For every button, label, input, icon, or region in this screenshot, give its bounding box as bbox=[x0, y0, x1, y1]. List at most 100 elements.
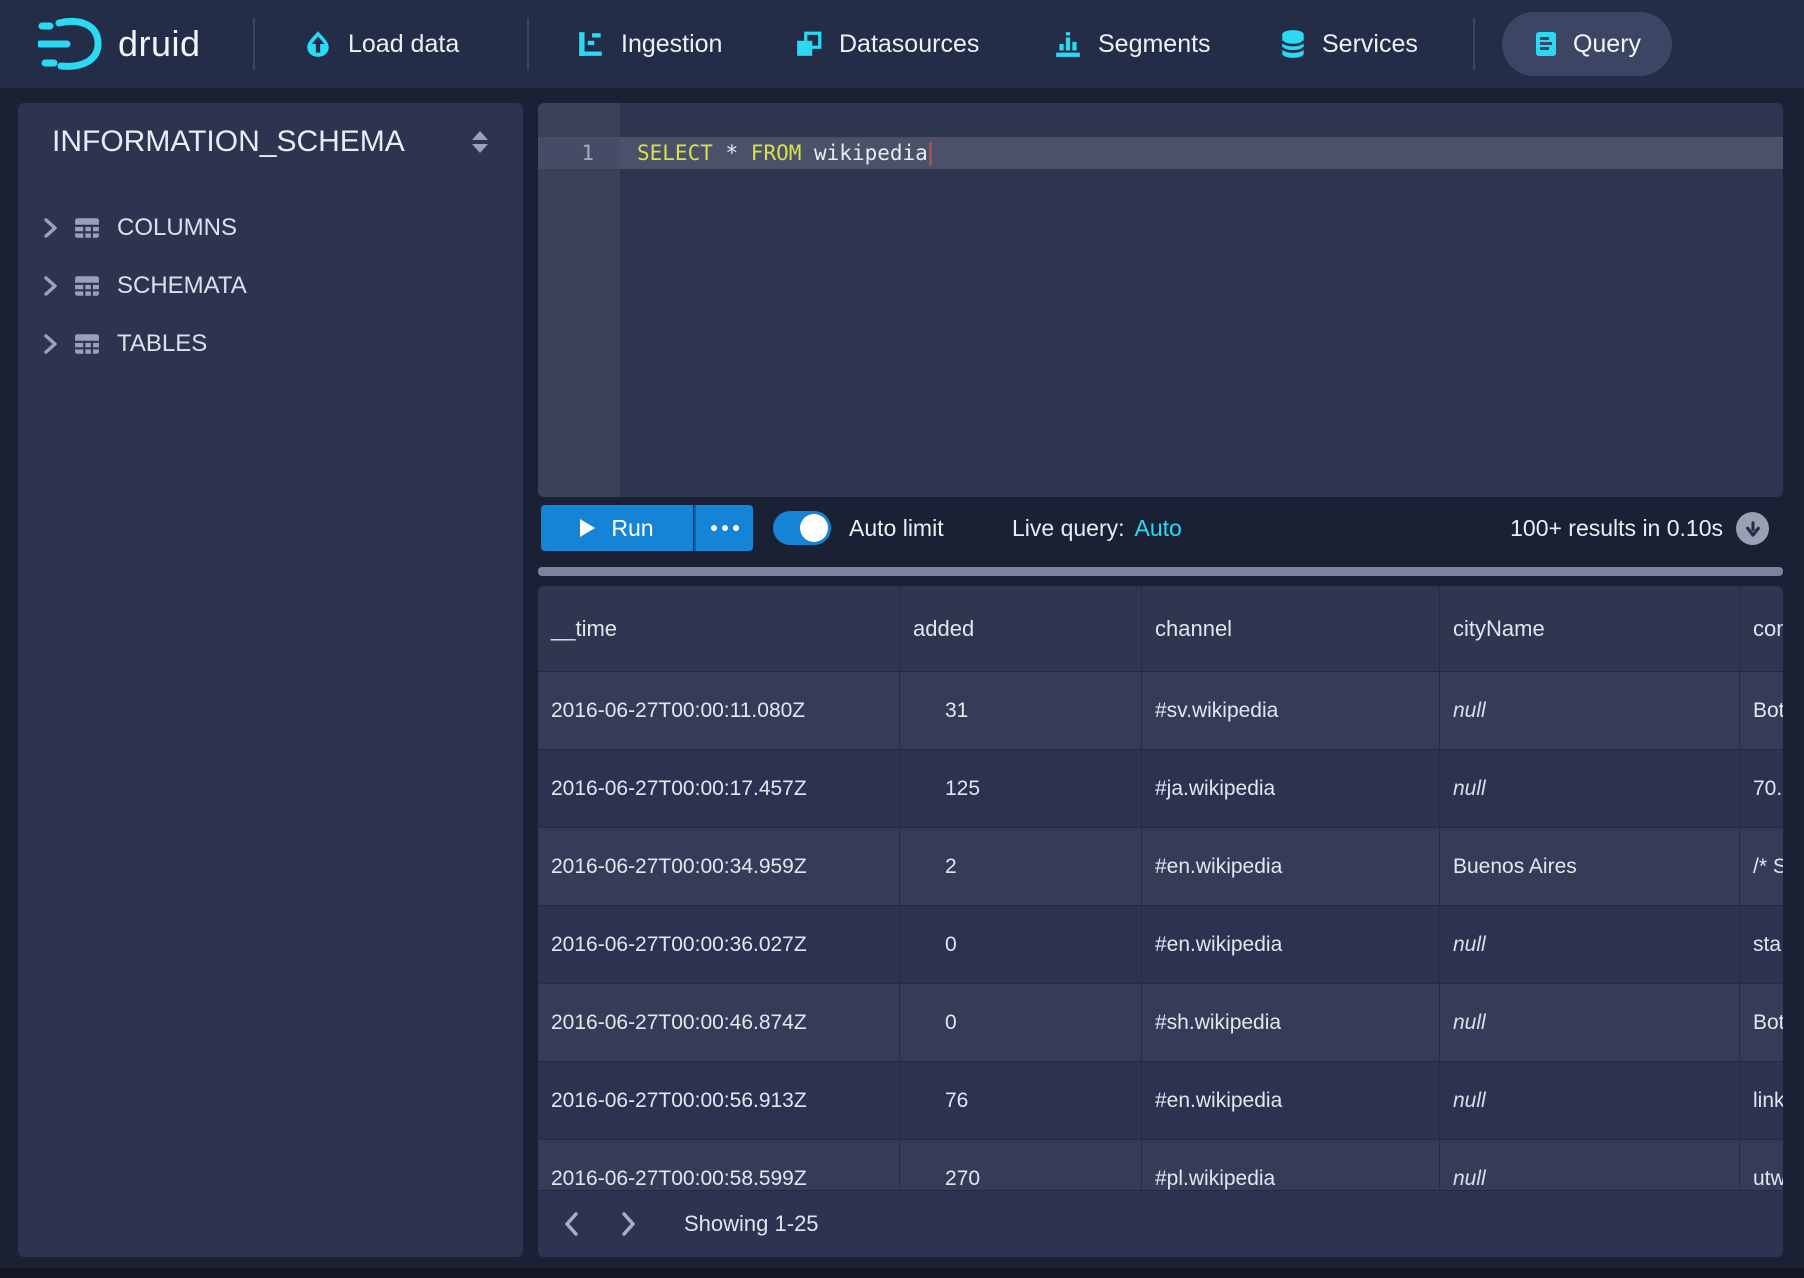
nav-item-label: Services bbox=[1322, 30, 1418, 59]
chevron-right-icon bbox=[44, 276, 57, 296]
cell-comment: sta bbox=[1740, 906, 1783, 983]
sql-query-text[interactable]: SELECT * FROM wikipedia bbox=[637, 137, 932, 169]
live-query-label: Live query: bbox=[1012, 515, 1125, 542]
column-header-cityname[interactable]: cityName bbox=[1440, 586, 1740, 671]
cell-channel: #sv.wikipedia bbox=[1142, 672, 1440, 749]
sql-text: wikipedia bbox=[801, 141, 927, 165]
navbar-divider bbox=[527, 18, 529, 70]
nav-item-label: Ingestion bbox=[621, 30, 722, 59]
nav-item-datasources[interactable]: Datasources bbox=[795, 0, 979, 88]
cell-time: 2016-06-27T00:00:34.959Z bbox=[538, 828, 900, 905]
cell-added: 0 bbox=[900, 984, 1142, 1061]
schema-selector[interactable]: INFORMATION_SCHEMA bbox=[18, 103, 523, 181]
services-icon bbox=[1280, 29, 1306, 59]
run-button[interactable]: Run bbox=[541, 505, 693, 551]
toggle-knob bbox=[800, 514, 828, 542]
cell-comment: Bot bbox=[1740, 672, 1783, 749]
cell-time: 2016-06-27T00:00:11.080Z bbox=[538, 672, 900, 749]
chevron-right-icon bbox=[44, 218, 57, 238]
schema-title: INFORMATION_SCHEMA bbox=[52, 125, 405, 159]
nav-item-segments[interactable]: Segments bbox=[1054, 0, 1211, 88]
navbar: druid Load data Ingestion bbox=[0, 0, 1804, 88]
tree-item-label: COLUMNS bbox=[117, 214, 237, 242]
brand-text: druid bbox=[118, 23, 201, 65]
pagination-footer: Showing 1-25 bbox=[538, 1190, 1783, 1257]
auto-limit-label: Auto limit bbox=[849, 505, 944, 551]
cell-cityname: null bbox=[1440, 750, 1740, 827]
nav-item-label: Segments bbox=[1098, 30, 1211, 59]
results-summary: 100+ results in 0.10s bbox=[1510, 505, 1723, 551]
cell-added: 125 bbox=[900, 750, 1142, 827]
cell-channel: #ja.wikipedia bbox=[1142, 750, 1440, 827]
cell-added: 31 bbox=[900, 672, 1142, 749]
download-results-button[interactable] bbox=[1736, 512, 1769, 545]
table-row[interactable]: 2016-06-27T00:00:56.913Z 76 #en.wikipedi… bbox=[538, 1062, 1783, 1140]
cell-time: 2016-06-27T00:00:56.913Z bbox=[538, 1062, 900, 1139]
table-grid-icon bbox=[74, 275, 100, 297]
cell-channel: #en.wikipedia bbox=[1142, 828, 1440, 905]
auto-limit-toggle[interactable] bbox=[773, 511, 831, 545]
live-query-value[interactable]: Auto bbox=[1135, 515, 1182, 542]
navbar-divider bbox=[1473, 18, 1475, 70]
run-button-label: Run bbox=[611, 515, 653, 542]
nav-item-label: Query bbox=[1573, 30, 1641, 59]
column-header-channel[interactable]: channel bbox=[1142, 586, 1440, 671]
table-row[interactable]: 2016-06-27T00:00:11.080Z 31 #sv.wikipedi… bbox=[538, 672, 1783, 750]
column-header-added[interactable]: added bbox=[900, 586, 1142, 671]
brand[interactable]: druid bbox=[38, 0, 201, 88]
play-icon bbox=[580, 519, 595, 537]
table-row[interactable]: 2016-06-27T00:00:17.457Z 125 #ja.wikiped… bbox=[538, 750, 1783, 828]
run-more-options-button[interactable] bbox=[694, 505, 753, 551]
sql-editor[interactable]: 1 SELECT * FROM wikipedia bbox=[538, 103, 1783, 497]
cell-comment: /* S bbox=[1740, 828, 1783, 905]
bottom-edge-strip bbox=[0, 1268, 1804, 1278]
cell-channel: #sh.wikipedia bbox=[1142, 984, 1440, 1061]
editor-line-number: 1 bbox=[538, 137, 620, 169]
nav-item-label: Datasources bbox=[839, 30, 979, 59]
next-page-button[interactable] bbox=[614, 1204, 644, 1244]
tree-item-columns[interactable]: COLUMNS bbox=[18, 199, 523, 257]
nav-item-load-data[interactable]: Load data bbox=[304, 0, 459, 88]
showing-range-label: Showing 1-25 bbox=[684, 1211, 819, 1237]
chevron-left-icon bbox=[564, 1212, 578, 1236]
nav-item-ingestion[interactable]: Ingestion bbox=[577, 0, 722, 88]
text-cursor bbox=[929, 142, 932, 166]
results-table: __time added channel cityName comment 20… bbox=[538, 586, 1783, 1257]
nav-item-services[interactable]: Services bbox=[1280, 0, 1418, 88]
column-header-comment[interactable]: comment bbox=[1740, 586, 1783, 671]
ingestion-icon bbox=[577, 30, 605, 58]
tree-item-tables[interactable]: TABLES bbox=[18, 315, 523, 373]
cell-added: 2 bbox=[900, 828, 1142, 905]
sql-keyword: SELECT bbox=[637, 141, 713, 165]
cell-added: 0 bbox=[900, 906, 1142, 983]
panel-splitter-handle[interactable] bbox=[538, 567, 1783, 576]
cell-time: 2016-06-27T00:00:17.457Z bbox=[538, 750, 900, 827]
more-ellipsis-icon bbox=[733, 525, 739, 531]
druid-logo-icon bbox=[38, 16, 104, 72]
nav-item-label: Load data bbox=[348, 30, 459, 59]
results-body: 2016-06-27T00:00:11.080Z 31 #sv.wikipedi… bbox=[538, 672, 1783, 1218]
cell-time: 2016-06-27T00:00:46.874Z bbox=[538, 984, 900, 1061]
tree-item-schemata[interactable]: SCHEMATA bbox=[18, 257, 523, 315]
table-row[interactable]: 2016-06-27T00:00:46.874Z 0 #sh.wikipedia… bbox=[538, 984, 1783, 1062]
cell-cityname: null bbox=[1440, 906, 1740, 983]
more-ellipsis-icon bbox=[711, 525, 717, 531]
datasources-icon bbox=[795, 30, 823, 58]
cell-channel: #en.wikipedia bbox=[1142, 906, 1440, 983]
schema-sidebar: INFORMATION_SCHEMA COLUMNS bbox=[18, 103, 523, 1257]
table-row[interactable]: 2016-06-27T00:00:34.959Z 2 #en.wikipedia… bbox=[538, 828, 1783, 906]
download-arrow-icon bbox=[1743, 519, 1763, 539]
chevron-right-icon bbox=[44, 334, 57, 354]
sql-text: * bbox=[713, 141, 751, 165]
previous-page-button[interactable] bbox=[556, 1204, 586, 1244]
cell-added: 76 bbox=[900, 1062, 1142, 1139]
nav-item-query-active[interactable]: Query bbox=[1502, 12, 1672, 76]
table-row[interactable]: 2016-06-27T00:00:36.027Z 0 #en.wikipedia… bbox=[538, 906, 1783, 984]
upload-icon bbox=[304, 30, 332, 58]
query-icon bbox=[1533, 30, 1559, 58]
tree-item-label: TABLES bbox=[117, 330, 207, 358]
cell-comment: 70. bbox=[1740, 750, 1783, 827]
live-query-control: Live query: Auto bbox=[1012, 505, 1182, 551]
column-header-time[interactable]: __time bbox=[538, 586, 900, 671]
schema-tree: COLUMNS SCHEMATA bbox=[18, 199, 523, 373]
